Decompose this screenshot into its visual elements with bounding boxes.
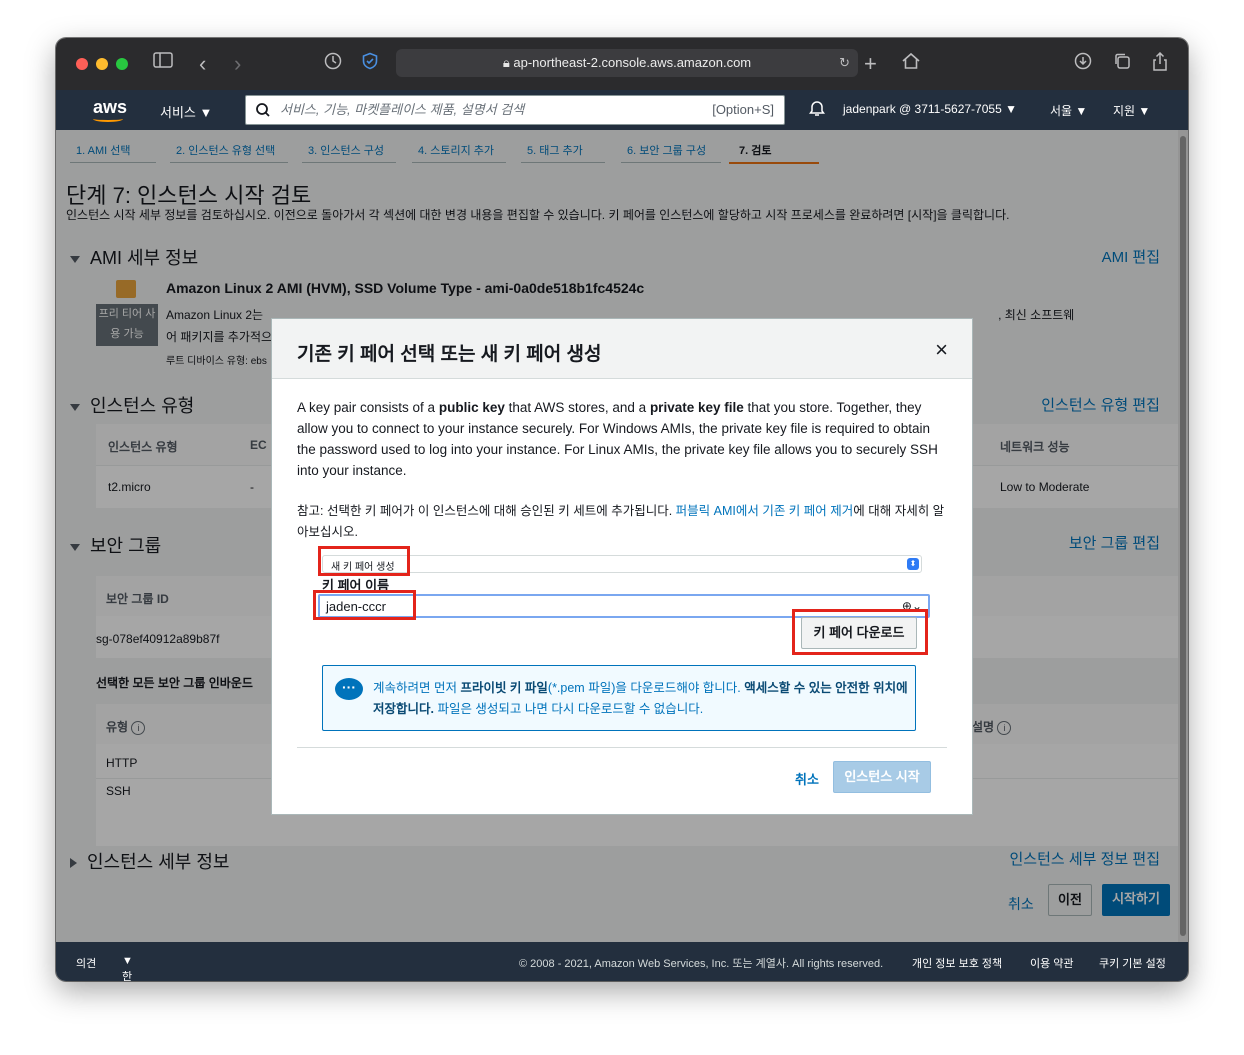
modal-header: 기존 키 페어 선택 또는 새 키 페어 생성 × (272, 319, 972, 379)
key-pair-action-select[interactable]: 새 키 페어 생성 ⬍ (322, 555, 922, 573)
zoom-window-button[interactable] (116, 58, 128, 70)
highlight-download-button (792, 609, 928, 655)
new-tab-icon[interactable]: + (864, 52, 877, 76)
highlight-create-new-key-pair (318, 546, 410, 576)
address-bar[interactable]: 🔒︎ ap-northeast-2.console.aws.amazon.com… (396, 49, 858, 77)
language-selector[interactable]: 한국어 ▼ (122, 955, 133, 981)
select-chevron-icon: ⬍ (907, 558, 919, 570)
privacy-policy-link[interactable]: 개인 정보 보호 정책 (912, 955, 1002, 971)
modal-cancel-link[interactable]: 취소 (795, 769, 819, 788)
back-icon[interactable]: ‹ (199, 52, 206, 76)
sidebar-icon[interactable] (153, 52, 173, 68)
close-icon[interactable]: × (935, 337, 948, 363)
key-pair-note: 참고: 선택한 키 페어가 이 인스턴스에 대해 승인된 키 세트에 추가됩니다… (297, 504, 945, 539)
close-window-button[interactable] (76, 58, 88, 70)
console-footer: 의견 한국어 ▼ © 2008 - 2021, Amazon Web Servi… (56, 942, 1188, 981)
modal-title: 기존 키 페어 선택 또는 새 키 페어 생성 (297, 344, 602, 365)
download-info-alert: ··· 계속하려면 먼저 프라이빗 키 파일(*.pem 파일)을 다운로드해야… (322, 665, 916, 731)
support-menu[interactable]: 지원 ▼ (1113, 102, 1150, 119)
info-chat-icon: ··· (335, 678, 363, 700)
console-search-input[interactable]: 서비스, 기능, 마켓플레이스 제품, 설명서 검색 [Option+S] (245, 95, 785, 125)
forward-icon[interactable]: › (234, 52, 241, 76)
remove-key-pair-link[interactable]: 퍼블릭 AMI에서 기존 키 페어 제거 (676, 504, 854, 518)
share-icon[interactable] (1152, 52, 1168, 72)
browser-toolbar: ‹ › 🔒︎ ap-northeast-2.console.aws.amazon… (56, 38, 1188, 90)
minimize-window-button[interactable] (96, 58, 108, 70)
region-menu[interactable]: 서울 ▼ (1050, 102, 1087, 119)
copyright-text: © 2008 - 2021, Amazon Web Services, Inc.… (519, 958, 884, 970)
download-info-text: 계속하려면 먼저 프라이빗 키 파일(*.pem 파일)을 다운로드해야 합니다… (373, 681, 908, 716)
home-icon[interactable] (901, 52, 921, 70)
cookie-preferences-link[interactable]: 쿠키 기본 설정 (1099, 955, 1166, 971)
download-icon[interactable] (1074, 52, 1092, 70)
highlight-key-pair-name (313, 590, 416, 620)
search-shortcut: [Option+S] (712, 102, 774, 117)
reload-icon[interactable]: ↻ (839, 49, 850, 77)
shield-icon[interactable] (361, 52, 379, 70)
notifications-bell-icon[interactable] (809, 99, 825, 120)
aws-console-navbar: aws 서비스 ▼ 서비스, 기능, 마켓플레이스 제품, 설명서 검색 [Op… (56, 90, 1188, 130)
services-menu[interactable]: 서비스 ▼ (160, 102, 212, 121)
key-pair-explanation: A key pair consists of a public key that… (297, 400, 938, 478)
search-placeholder: 서비스, 기능, 마켓플레이스 제품, 설명서 검색 (280, 102, 525, 117)
search-icon (256, 96, 270, 134)
aws-logo[interactable]: aws (93, 97, 127, 122)
browser-window: ‹ › 🔒︎ ap-northeast-2.console.aws.amazon… (56, 38, 1188, 981)
history-icon[interactable] (324, 52, 342, 70)
account-menu[interactable]: jadenpark @ 3711-5627-7055 ▼ (843, 102, 1017, 116)
launch-instances-button[interactable]: 인스턴스 시작 (833, 761, 931, 793)
feedback-link[interactable]: 의견 (76, 955, 96, 971)
tabs-overview-icon[interactable] (1113, 52, 1131, 70)
lock-icon: 🔒︎ (502, 55, 514, 70)
terms-link[interactable]: 이용 약관 (1030, 955, 1074, 971)
url-text: ap-northeast-2.console.aws.amazon.com (513, 55, 752, 70)
